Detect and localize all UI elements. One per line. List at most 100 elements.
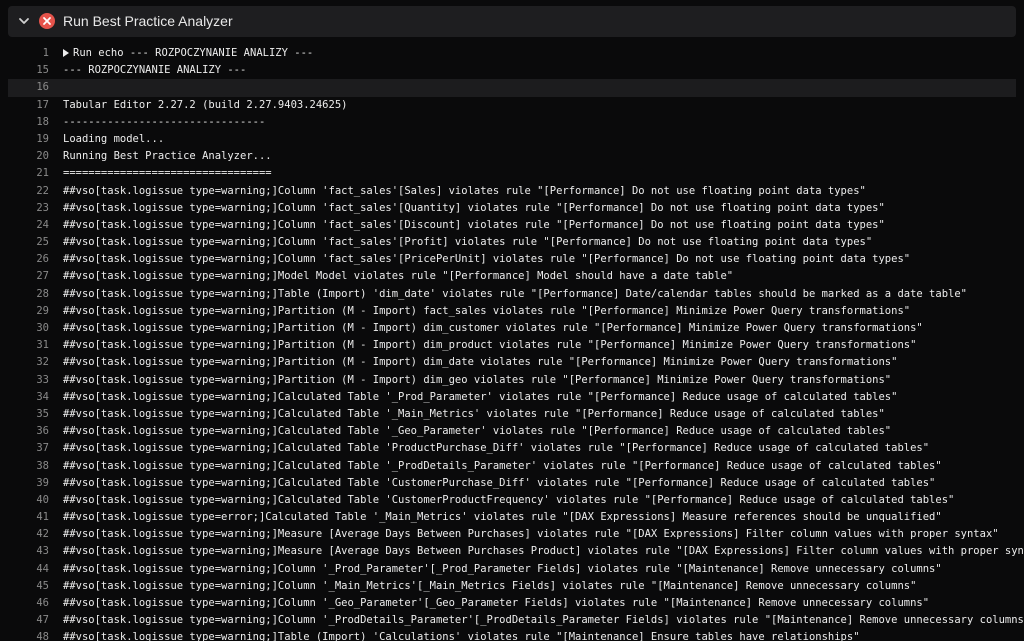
log-text: ##vso[task.logissue type=warning;]Table … — [63, 286, 967, 303]
log-line: 21 ================================= — [0, 165, 1024, 182]
line-number[interactable]: 39 — [17, 475, 49, 492]
log-line: 24 ##vso[task.logissue type=warning;]Colu… — [0, 217, 1024, 234]
line-number[interactable]: 37 — [17, 440, 49, 457]
log-text: Loading model... — [63, 131, 164, 148]
log-text: ##vso[task.logissue type=warning;]Calcul… — [63, 406, 885, 423]
line-number[interactable]: 19 — [17, 131, 49, 148]
line-number[interactable]: 44 — [17, 561, 49, 578]
log-text-content: ##vso[task.logissue type=warning;]Calcul… — [63, 476, 936, 489]
step-header[interactable]: Run Best Practice Analyzer — [8, 6, 1016, 37]
log-text-content: ##vso[task.logissue type=warning;]Calcul… — [63, 407, 885, 420]
log-line: 29 ##vso[task.logissue type=warning;]Part… — [0, 303, 1024, 320]
log-text: ##vso[task.logissue type=warning;]Calcul… — [63, 389, 897, 406]
line-number[interactable]: 20 — [17, 148, 49, 165]
line-number[interactable]: 32 — [17, 354, 49, 371]
log-line: 1 Run echo --- ROZPOCZYNANIE ANALIZY --- — [0, 45, 1024, 62]
log-line: 36 ##vso[task.logissue type=warning;]Calc… — [0, 423, 1024, 440]
line-number[interactable]: 30 — [17, 320, 49, 337]
log-text: ##vso[task.logissue type=warning;]Calcul… — [63, 440, 929, 457]
log-line: 33 ##vso[task.logissue type=warning;]Part… — [0, 372, 1024, 389]
line-number[interactable]: 33 — [17, 372, 49, 389]
expand-triangle-icon[interactable] — [63, 49, 69, 57]
log-text-content: ##vso[task.logissue type=warning;]Table … — [63, 631, 860, 641]
log-text: ##vso[task.logissue type=warning;]Partit… — [63, 337, 916, 354]
log-text: ##vso[task.logissue type=warning;]Partit… — [63, 303, 910, 320]
log-text[interactable]: Run echo --- ROZPOCZYNANIE ANALIZY --- — [63, 45, 313, 62]
log-line: 19 Loading model... — [0, 131, 1024, 148]
log-text-content: ##vso[task.logissue type=warning;]Partit… — [63, 339, 917, 352]
log-text: ##vso[task.logissue type=warning;]Column… — [63, 217, 885, 234]
line-number[interactable]: 31 — [17, 337, 49, 354]
log-line: 20 Running Best Practice Analyzer... — [0, 148, 1024, 165]
line-number[interactable]: 40 — [17, 492, 49, 509]
line-number[interactable]: 46 — [17, 595, 49, 612]
log-text: ##vso[task.logissue type=warning;]Column… — [63, 595, 929, 612]
line-number[interactable]: 42 — [17, 526, 49, 543]
log-text-content: ##vso[task.logissue type=warning;]Column… — [63, 184, 866, 197]
line-number[interactable]: 28 — [17, 286, 49, 303]
log-line: 42 ##vso[task.logissue type=warning;]Meas… — [0, 526, 1024, 543]
log-text: ##vso[task.logissue type=warning;]Calcul… — [63, 492, 954, 509]
log-text: ##vso[task.logissue type=warning;]Column… — [63, 234, 872, 251]
log-text: ##vso[task.logissue type=warning;]Calcul… — [63, 458, 942, 475]
line-number[interactable]: 34 — [17, 389, 49, 406]
log-text: ##vso[task.logissue type=warning;]Partit… — [63, 354, 897, 371]
log-line: 16 — [8, 79, 1016, 97]
log-text: ##vso[task.logissue type=warning;]Measur… — [63, 543, 1024, 560]
log-text: ##vso[task.logissue type=warning;]Column… — [63, 612, 1024, 629]
line-number[interactable]: 16 — [17, 79, 49, 96]
log-text-content: ##vso[task.logissue type=error;]Calculat… — [63, 511, 942, 524]
line-number[interactable]: 26 — [17, 251, 49, 268]
chevron-down-icon[interactable] — [17, 14, 31, 28]
log-text-content: ##vso[task.logissue type=warning;]Calcul… — [63, 493, 955, 506]
log-text: ##vso[task.logissue type=warning;]Column… — [63, 561, 942, 578]
log-text-content: ================================= — [63, 167, 272, 180]
line-number[interactable]: 21 — [17, 165, 49, 182]
line-number[interactable]: 1 — [17, 45, 49, 62]
line-number[interactable]: 47 — [17, 612, 49, 629]
log-text-content: ##vso[task.logissue type=warning;]Calcul… — [63, 390, 898, 403]
line-number[interactable]: 17 — [17, 97, 49, 114]
line-number[interactable]: 18 — [17, 114, 49, 131]
log-text: ##vso[task.logissue type=warning;]Partit… — [63, 320, 923, 337]
log-line: 17 Tabular Editor 2.27.2 (build 2.27.9403… — [0, 97, 1024, 114]
log-text: ##vso[task.logissue type=warning;]Table … — [63, 629, 860, 641]
log-line: 35 ##vso[task.logissue type=warning;]Calc… — [0, 406, 1024, 423]
line-number[interactable]: 22 — [17, 183, 49, 200]
line-number[interactable]: 41 — [17, 509, 49, 526]
log-output[interactable]: 1 Run echo --- ROZPOCZYNANIE ANALIZY --- 1… — [0, 45, 1024, 641]
log-text: Tabular Editor 2.27.2 (build 2.27.9403.2… — [63, 97, 347, 114]
log-text-content: ##vso[task.logissue type=warning;]Calcul… — [63, 425, 892, 438]
line-number[interactable]: 45 — [17, 578, 49, 595]
log-text: ================================= — [63, 165, 272, 182]
line-number[interactable]: 24 — [17, 217, 49, 234]
log-text-content: ##vso[task.logissue type=warning;]Column… — [63, 614, 1024, 627]
line-number[interactable]: 29 — [17, 303, 49, 320]
log-line: 46 ##vso[task.logissue type=warning;]Colu… — [0, 595, 1024, 612]
log-text-content: ##vso[task.logissue type=warning;]Partit… — [63, 304, 911, 317]
log-text-content: Running Best Practice Analyzer... — [63, 150, 272, 163]
line-number[interactable]: 23 — [17, 200, 49, 217]
log-text-content: ##vso[task.logissue type=warning;]Measur… — [63, 545, 1024, 558]
log-line: 41 ##vso[task.logissue type=error;]Calcul… — [0, 509, 1024, 526]
log-text-content: ##vso[task.logissue type=warning;]Model … — [63, 270, 734, 283]
line-number[interactable]: 43 — [17, 543, 49, 560]
log-text: ##vso[task.logissue type=warning;]Column… — [63, 251, 910, 268]
line-number[interactable]: 35 — [17, 406, 49, 423]
log-line: 39 ##vso[task.logissue type=warning;]Calc… — [0, 475, 1024, 492]
log-text-content: ##vso[task.logissue type=warning;]Column… — [63, 218, 885, 231]
log-text-content: ##vso[task.logissue type=warning;]Column… — [63, 253, 911, 266]
line-number[interactable]: 38 — [17, 458, 49, 475]
log-line: 22 ##vso[task.logissue type=warning;]Colu… — [0, 183, 1024, 200]
line-number[interactable]: 27 — [17, 268, 49, 285]
line-number[interactable]: 48 — [17, 629, 49, 641]
step-title: Run Best Practice Analyzer — [63, 13, 233, 29]
log-line: 34 ##vso[task.logissue type=warning;]Calc… — [0, 389, 1024, 406]
line-number[interactable]: 36 — [17, 423, 49, 440]
log-text: ##vso[task.logissue type=warning;]Column… — [63, 183, 866, 200]
log-line: 30 ##vso[task.logissue type=warning;]Part… — [0, 320, 1024, 337]
log-line: 45 ##vso[task.logissue type=warning;]Colu… — [0, 578, 1024, 595]
log-text-content: ##vso[task.logissue type=warning;]Calcul… — [63, 459, 942, 472]
line-number[interactable]: 15 — [17, 62, 49, 79]
line-number[interactable]: 25 — [17, 234, 49, 251]
